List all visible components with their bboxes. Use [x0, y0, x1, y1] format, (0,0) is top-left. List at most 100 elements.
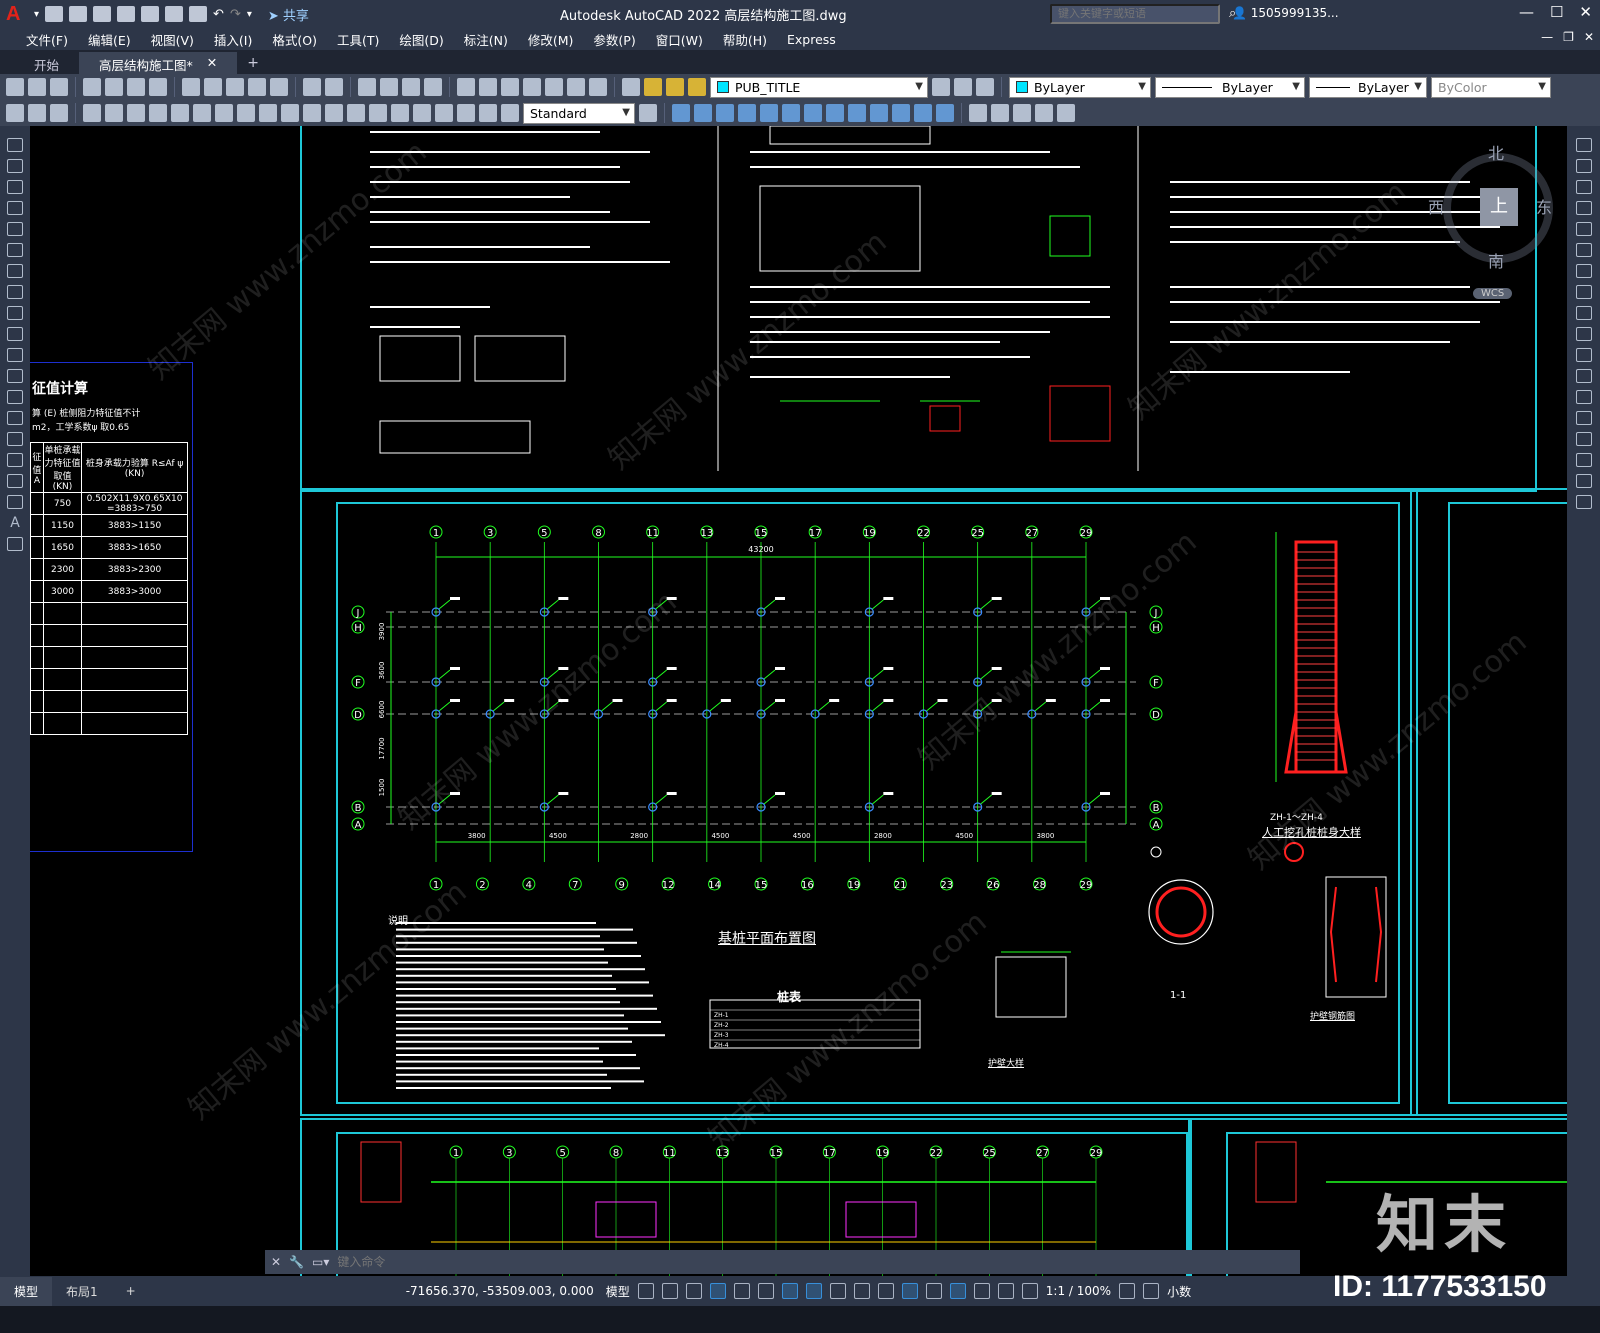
autocad-logo-icon[interactable]: A — [6, 3, 28, 25]
camera-icon[interactable] — [1057, 104, 1075, 122]
calculator-icon[interactable] — [567, 78, 585, 96]
customize-command-icon[interactable]: 🔧 — [289, 1255, 304, 1269]
3dprint-icon[interactable] — [149, 78, 167, 96]
tab-drawing[interactable]: 高层结构施工图* ✕ — [79, 52, 238, 74]
plot-icon[interactable] — [83, 78, 101, 96]
match-properties-icon[interactable] — [248, 78, 266, 96]
viewcube[interactable]: 北 南 东 西 上 WCS — [1428, 138, 1567, 299]
add-selected-icon[interactable] — [7, 537, 23, 551]
isodraft-icon[interactable] — [757, 1283, 774, 1299]
region-icon[interactable] — [7, 474, 23, 488]
publish-icon[interactable] — [127, 78, 145, 96]
break-at-point-icon[interactable] — [1575, 369, 1592, 383]
qnew-icon[interactable] — [6, 78, 24, 96]
text-style-dropdown[interactable]: Standard ▼ — [523, 102, 635, 124]
dynamic-ucs-icon[interactable] — [925, 1283, 942, 1299]
ellipse-icon[interactable] — [7, 327, 23, 341]
layer-states-icon[interactable] — [976, 78, 994, 96]
cut-icon[interactable] — [182, 78, 200, 96]
jogged-dim-icon[interactable] — [193, 104, 211, 122]
compass-south[interactable]: 南 — [1488, 248, 1504, 272]
make-block-icon[interactable] — [7, 390, 23, 404]
break-icon[interactable] — [1575, 390, 1592, 404]
erase-icon[interactable] — [1575, 138, 1592, 152]
app-menu-chevron-icon[interactable]: ▾ — [34, 9, 39, 20]
offset-icon[interactable] — [1575, 201, 1592, 215]
dim-edit-icon[interactable] — [457, 104, 475, 122]
compass-west[interactable]: 西 — [1428, 194, 1444, 218]
lineweight-dropdown[interactable]: ByLayer ▼ — [1309, 76, 1427, 98]
arc-icon[interactable] — [7, 243, 23, 257]
ucs-world-icon[interactable] — [914, 104, 932, 122]
polar-icon[interactable] — [733, 1283, 750, 1299]
menu-modify[interactable]: 修改(M) — [518, 30, 584, 49]
menu-dimension[interactable]: 标注(N) — [454, 30, 518, 49]
multiline-text-icon[interactable]: A — [7, 516, 23, 530]
extend-icon[interactable] — [1575, 348, 1592, 362]
line-icon[interactable] — [7, 138, 23, 152]
layer-properties-icon[interactable] — [622, 78, 640, 96]
inspection-icon[interactable] — [413, 104, 431, 122]
revision-cloud-icon[interactable] — [7, 285, 23, 299]
new-tab-button[interactable]: + — [237, 52, 269, 74]
gradient-icon[interactable] — [7, 453, 23, 467]
point-icon[interactable] — [7, 411, 23, 425]
angular-dim-icon[interactable] — [237, 104, 255, 122]
units-display[interactable]: 小数 — [1167, 1283, 1191, 1300]
view-right-icon[interactable] — [738, 104, 756, 122]
fillet-icon[interactable] — [1575, 453, 1592, 467]
3d-osnap-icon[interactable] — [901, 1283, 918, 1299]
share-button[interactable]: ➤ 共享 — [268, 5, 309, 24]
array-icon[interactable] — [1575, 222, 1592, 236]
diameter-dim-icon[interactable] — [215, 104, 233, 122]
menu-help[interactable]: 帮助(H) — [713, 30, 777, 49]
lights-icon[interactable] — [1035, 104, 1053, 122]
center-mark-icon[interactable] — [391, 104, 409, 122]
scale-icon[interactable] — [1575, 285, 1592, 299]
tab-model[interactable]: 模型 — [0, 1276, 53, 1306]
linear-dim-icon[interactable] — [83, 104, 101, 122]
workspace-switch-icon[interactable] — [1119, 1283, 1136, 1299]
gizmo-icon[interactable] — [973, 1283, 990, 1299]
doc-minimize-button[interactable]: — — [1541, 30, 1553, 44]
open-icon[interactable] — [28, 78, 46, 96]
otrack-icon[interactable] — [781, 1283, 798, 1299]
snap-icon[interactable] — [661, 1283, 678, 1299]
paste-icon[interactable] — [226, 78, 244, 96]
coordinate-readout[interactable]: -71656.370, -53509.003, 0.000 — [406, 1284, 594, 1298]
osnap-icon[interactable] — [805, 1283, 822, 1299]
save-as-icon[interactable] — [117, 6, 136, 22]
selection-cycling-icon[interactable] — [877, 1283, 894, 1299]
layer-dropdown[interactable]: PUB_TITLE ▼ — [710, 76, 928, 98]
view-left-icon[interactable] — [716, 104, 734, 122]
wcs-menu[interactable]: WCS — [1473, 288, 1513, 299]
close-window-button[interactable]: ✕ — [1579, 3, 1592, 21]
quick-dim-icon[interactable] — [259, 104, 277, 122]
tab-start[interactable]: 开始 — [14, 52, 79, 74]
view-iso-sw-icon[interactable] — [804, 104, 822, 122]
layer-lock-icon[interactable] — [688, 78, 706, 96]
stretch-icon[interactable] — [1575, 306, 1592, 320]
user-account[interactable]: 👤 1505999135... — [1232, 6, 1339, 20]
ortho-icon[interactable] — [709, 1283, 726, 1299]
color-dropdown[interactable]: ByLayer ▼ — [1009, 76, 1151, 98]
view-top-icon[interactable] — [760, 104, 778, 122]
help-icon[interactable] — [589, 78, 607, 96]
hatch-icon[interactable] — [7, 432, 23, 446]
view-back-icon[interactable] — [694, 104, 712, 122]
ucs-previous-icon[interactable] — [936, 104, 954, 122]
explode-icon[interactable] — [1575, 495, 1592, 509]
linetype-dropdown[interactable]: ByLayer ▼ — [1155, 76, 1305, 98]
jogged-linear-icon[interactable] — [435, 104, 453, 122]
construction-line-icon[interactable] — [7, 159, 23, 173]
view-iso-nw-icon[interactable] — [870, 104, 888, 122]
dim-space-icon[interactable] — [325, 104, 343, 122]
blend-curves-icon[interactable] — [1575, 474, 1592, 488]
arc-length-icon[interactable] — [127, 104, 145, 122]
redo-icon[interactable] — [325, 78, 343, 96]
infer-icon[interactable] — [685, 1283, 702, 1299]
view-iso-se-icon[interactable] — [826, 104, 844, 122]
doc-close-button[interactable]: ✕ — [1584, 30, 1594, 44]
close-command-icon[interactable]: ✕ — [271, 1255, 281, 1269]
tab-layout1[interactable]: 布局1 — [52, 1277, 112, 1306]
